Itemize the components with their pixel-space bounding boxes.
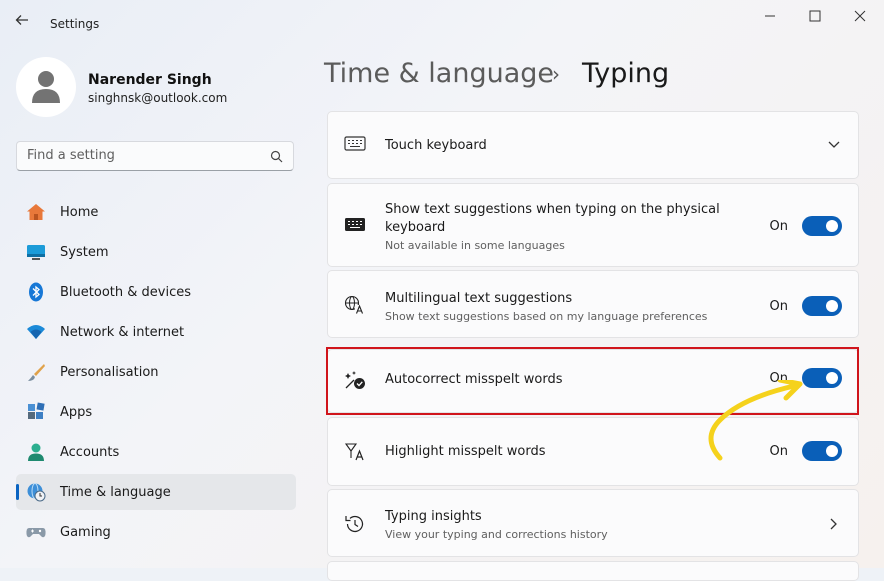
toggle-knob (826, 220, 838, 232)
gamepad-icon (26, 528, 46, 538)
close-icon (854, 10, 866, 22)
page-title: Typing (582, 58, 670, 89)
sidebar-item-apps[interactable]: Apps (16, 394, 296, 430)
breadcrumb-parent[interactable]: Time & language (324, 58, 554, 89)
chevron-down-icon (828, 141, 840, 148)
sidebar-nav: Home System Bluetooth & devices Network … (16, 194, 296, 554)
person-icon (32, 71, 60, 103)
system-icon (27, 245, 45, 260)
toggle-knob (826, 445, 838, 457)
sidebar-item-label: Apps (60, 405, 93, 420)
touch-keyboard-card[interactable]: Touch keyboard (327, 111, 859, 179)
active-indicator (16, 484, 19, 500)
back-button[interactable] (14, 12, 34, 32)
maximize-icon (809, 10, 821, 22)
text-suggestions-title-line2: keyboard (385, 220, 446, 235)
bluetooth-icon (29, 282, 43, 302)
sidebar-item-label: Accounts (60, 445, 120, 460)
sidebar-item-system[interactable]: System (16, 234, 296, 270)
multilingual-card: Multilingual text suggestions Show text … (327, 270, 859, 338)
sidebar-item-personalisation[interactable]: Personalisation (16, 354, 296, 390)
sidebar-item-label: Bluetooth & devices (60, 285, 191, 300)
maximize-button[interactable] (795, 6, 835, 28)
typing-insights-card[interactable]: Typing insights View your typing and cor… (327, 489, 859, 557)
multilingual-title: Multilingual text suggestions (385, 291, 573, 306)
minimize-icon (765, 15, 775, 17)
touch-keyboard-title: Touch keyboard (385, 138, 487, 153)
annotation-arrow-icon (708, 380, 803, 461)
sidebar-item-bluetooth[interactable]: Bluetooth & devices (16, 274, 296, 310)
sidebar-item-label: Gaming (60, 525, 111, 540)
brush-icon (28, 364, 45, 381)
text-suggestions-toggle[interactable] (802, 216, 842, 236)
highlight-title: Highlight misspelt words (385, 444, 546, 459)
multilingual-toggle[interactable] (802, 296, 842, 316)
history-icon (345, 515, 364, 533)
text-suggestions-subtitle: Not available in some languages (385, 239, 565, 252)
sidebar-item-network[interactable]: Network & internet (16, 314, 296, 350)
keyboard-icon (344, 136, 366, 151)
toggle-knob (826, 300, 838, 312)
next-card-partial (327, 561, 859, 581)
multilingual-subtitle: Show text suggestions based on my langua… (385, 310, 708, 323)
globe-clock-icon (27, 483, 46, 502)
wifi-icon (27, 325, 45, 339)
back-arrow-icon (15, 15, 28, 25)
sidebar-item-home[interactable]: Home (16, 194, 296, 230)
search-input[interactable] (27, 148, 257, 163)
search-icon (270, 150, 283, 163)
sidebar-item-label: System (60, 245, 109, 260)
app-title: Settings (50, 17, 100, 31)
language-translate-icon (344, 295, 365, 314)
sidebar-item-label: Time & language (60, 485, 171, 500)
apps-icon (28, 402, 45, 419)
user-email: singhnsk@outlook.com (88, 91, 228, 105)
sidebar-item-label: Network & internet (60, 325, 185, 340)
sidebar-item-label: Personalisation (60, 365, 159, 380)
home-icon (27, 204, 45, 220)
avatar[interactable] (16, 57, 76, 117)
sidebar-item-accounts[interactable]: Accounts (16, 434, 296, 470)
toggle-state-label: On (769, 299, 788, 314)
sidebar-item-label: Home (60, 205, 99, 220)
text-highlight-icon (344, 443, 364, 461)
breadcrumb-separator: › (552, 62, 560, 86)
minimize-button[interactable] (750, 6, 790, 28)
keyboard-filled-icon (345, 218, 365, 231)
text-suggestions-title-line1: Show text suggestions when typing on the… (385, 202, 720, 217)
typing-insights-title: Typing insights (385, 509, 482, 524)
accounts-icon (28, 443, 44, 461)
typing-insights-subtitle: View your typing and corrections history (385, 528, 608, 541)
chevron-right-icon (830, 518, 837, 530)
close-button[interactable] (840, 6, 880, 28)
user-name: Narender Singh (88, 72, 212, 88)
sidebar-item-time-language[interactable]: Time & language (16, 474, 296, 510)
toggle-state-label: On (769, 219, 788, 234)
sidebar-item-gaming[interactable]: Gaming (16, 514, 296, 550)
text-suggestions-card: Show text suggestions when typing on the… (327, 183, 859, 267)
title-bar: Settings (0, 0, 884, 34)
search-box[interactable] (16, 141, 294, 171)
